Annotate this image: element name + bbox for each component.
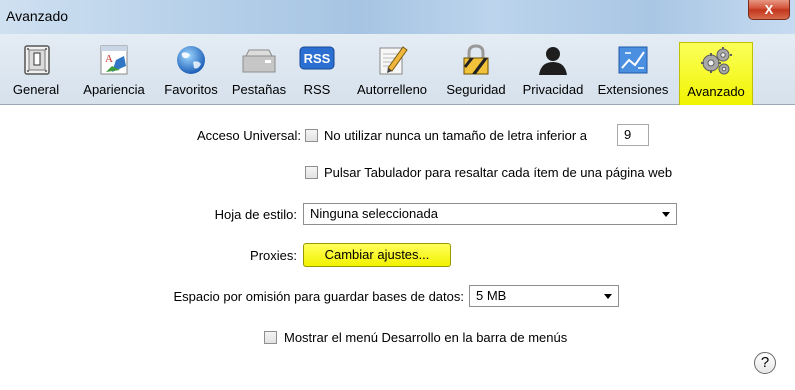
rss-icon: RSS: [299, 46, 335, 70]
tab-favoritos[interactable]: Favoritos: [156, 44, 226, 102]
tab-avanzado[interactable]: Avanzado: [679, 42, 753, 106]
tab-privacidad-label: Privacidad: [522, 82, 584, 97]
tab-general-label: General: [12, 82, 60, 97]
universal-access-label: Acceso Universal:: [196, 128, 301, 143]
window-title: Avanzado: [6, 8, 69, 24]
general-switch-icon: [24, 45, 50, 75]
database-quota-label: Espacio por omisión para guardar bases d…: [173, 289, 464, 304]
help-icon: ?: [760, 354, 770, 371]
tab-privacidad[interactable]: Privacidad: [515, 44, 591, 102]
gears-icon: [701, 47, 732, 75]
min-font-size-label: No utilizar nunca un tamaño de letra inf…: [324, 128, 588, 143]
tab-extensiones-label: Extensiones: [597, 82, 669, 97]
close-icon: X: [764, 2, 774, 17]
preferences-window: Avanzado X General A Apariencia Favorito…: [0, 0, 795, 390]
develop-menu-checkbox[interactable]: [264, 331, 277, 344]
tab-autorrelleno-label: Autorrelleno: [356, 82, 428, 97]
database-quota-value: 5 MB: [476, 288, 507, 303]
stylesheet-select[interactable]: Ninguna seleccionada: [303, 203, 677, 225]
pencil-icon: [379, 46, 408, 75]
tab-highlight-checkbox[interactable]: [305, 166, 318, 179]
padlock-icon: [463, 44, 489, 75]
svg-text:A: A: [105, 53, 113, 65]
tab-highlight-label: Pulsar Tabulador para resaltar cada ítem…: [324, 165, 673, 180]
chevron-down-icon: [662, 212, 670, 217]
rss-icon-text: RSS: [304, 51, 331, 66]
change-settings-button[interactable]: Cambiar ajustes...: [303, 243, 451, 267]
globe-icon: [177, 46, 205, 74]
person-silhouette-icon: [539, 47, 567, 75]
develop-menu-label: Mostrar el menú Desarrollo en la barra d…: [284, 330, 568, 345]
database-quota-select[interactable]: 5 MB: [469, 285, 619, 307]
tab-rss[interactable]: RSS RSS: [293, 44, 341, 102]
tab-pestanas-label: Pestañas: [231, 82, 287, 97]
tab-rss-label: RSS: [303, 82, 331, 97]
tabs-icon: [242, 49, 276, 73]
appearance-icon: A: [100, 45, 128, 75]
chevron-down-icon: [604, 294, 612, 299]
min-font-size-input[interactable]: 9: [617, 124, 649, 146]
tab-seguridad-label: Seguridad: [446, 82, 506, 97]
close-button[interactable]: X: [748, 0, 790, 20]
tab-apariencia-label: Apariencia: [83, 82, 145, 97]
tab-general[interactable]: General: [0, 44, 72, 102]
tab-seguridad[interactable]: Seguridad: [441, 44, 511, 102]
tab-autorrelleno[interactable]: Autorrelleno: [350, 44, 434, 102]
tab-pestanas[interactable]: Pestañas: [227, 44, 291, 102]
title-bar[interactable]: Avanzado X: [0, 0, 795, 34]
tab-favoritos-label: Favoritos: [164, 82, 218, 97]
tab-apariencia[interactable]: A Apariencia: [74, 44, 154, 102]
tab-extensiones[interactable]: Extensiones: [594, 44, 672, 102]
proxies-label: Proxies:: [250, 248, 297, 263]
tab-avanzado-label: Avanzado: [687, 84, 745, 99]
help-button[interactable]: ?: [754, 352, 776, 374]
stylesheet-label: Hoja de estilo:: [214, 207, 297, 222]
stylesheet-select-value: Ninguna seleccionada: [310, 206, 438, 221]
min-font-size-checkbox[interactable]: [305, 129, 318, 142]
puzzle-icon: [618, 46, 648, 74]
